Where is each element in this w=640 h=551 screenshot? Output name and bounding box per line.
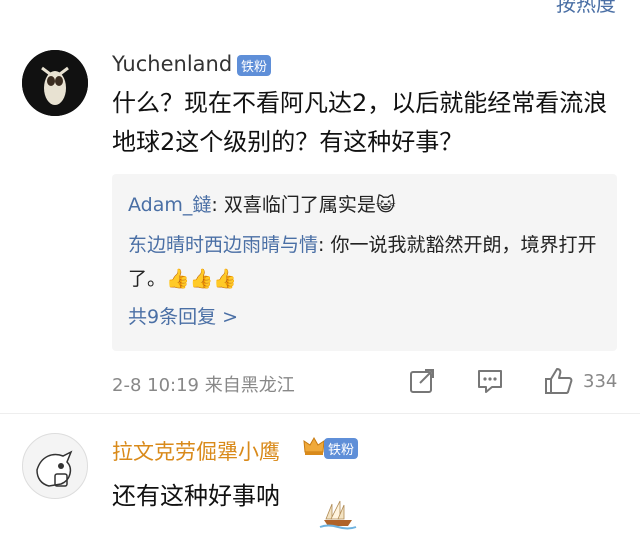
avatar[interactable] [22, 433, 88, 499]
view-more-replies-link[interactable]: 共9条回复 > [128, 302, 238, 329]
share-icon[interactable] [408, 367, 436, 395]
comment-text: 还有这种好事呐 [112, 482, 280, 510]
reply-item: Adam_鐽: 双喜临门了属实是😺 [128, 188, 598, 222]
crown-icon [303, 436, 325, 455]
comment-icon[interactable] [476, 367, 504, 395]
comment-username[interactable]: 拉文克劳倔犟小鹰 [112, 436, 280, 466]
like-icon[interactable] [542, 365, 574, 397]
avatar[interactable] [22, 50, 88, 116]
reply-preview-box[interactable]: Adam_鐽: 双喜临门了属实是😺 东边晴时西边雨晴与情: 你一说我就豁然开朗，… [112, 174, 617, 351]
fan-badge: 铁粉 [237, 55, 272, 76]
boat-sticker-icon [319, 500, 357, 530]
like-count: 334 [583, 371, 618, 392]
reply-username[interactable]: 东边晴时西边雨晴与情 [128, 234, 318, 256]
sort-by-hot-label[interactable]: 按热度 [556, 0, 616, 17]
reply-username[interactable]: Adam_鐽 [128, 194, 211, 216]
comment-username[interactable]: Yuchenland [112, 52, 232, 76]
reply-item: 东边晴时西边雨晴与情: 你一说我就豁然开朗，境界打开了。👍👍👍 [128, 228, 598, 296]
comment-meta: 2-8 10:19 来自黑龙江 [112, 375, 295, 396]
comment-text: 什么？现在不看阿凡达2，以后就能经常看流浪地球2这个级别的？有这种好事？ [112, 89, 608, 156]
divider [0, 413, 640, 414]
fan-badge: 铁粉 [324, 438, 359, 459]
reply-text: : 双喜临门了属实是😺 [211, 194, 396, 216]
